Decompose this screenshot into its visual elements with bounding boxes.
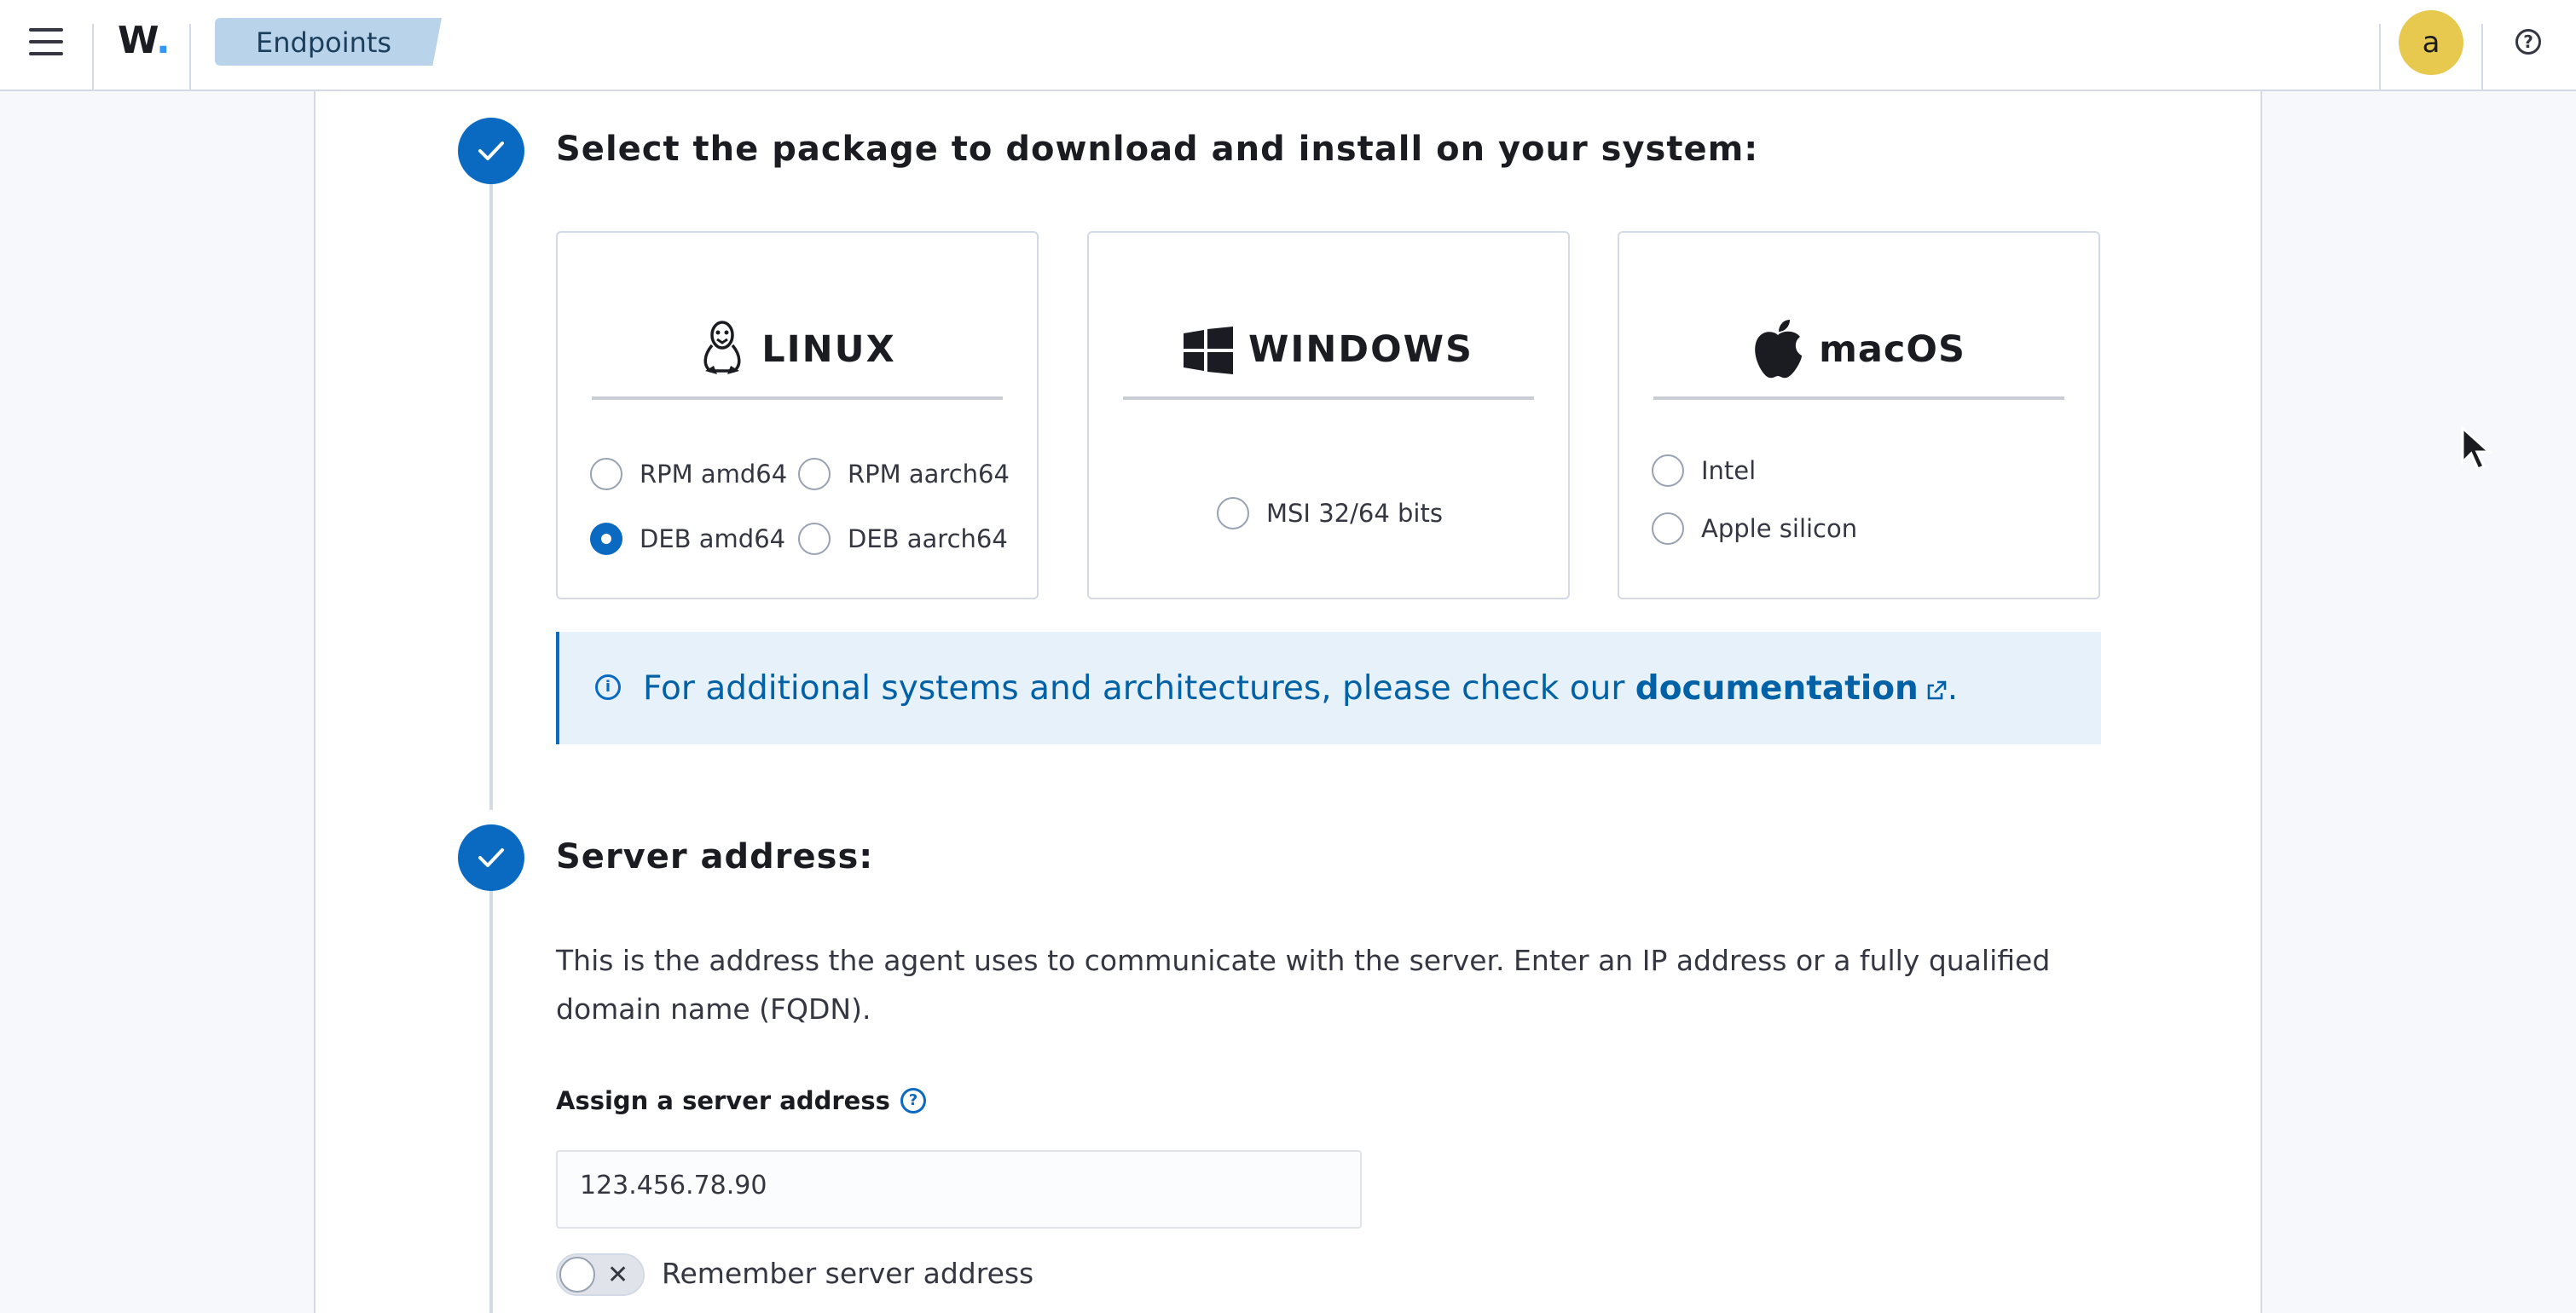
radio-deb-aarch64[interactable]: DEB aarch64 — [798, 523, 1008, 555]
toggle-knob — [559, 1257, 595, 1293]
radio-button[interactable] — [798, 523, 831, 555]
server-address-description: This is the address the agent uses to co… — [556, 944, 2051, 1026]
app-logo[interactable]: W. — [118, 19, 171, 62]
radio-apple-silicon[interactable]: Apple silicon — [1652, 512, 1857, 545]
breadcrumb-endpoints[interactable]: Endpoints — [215, 18, 442, 66]
linux-card-title: LINUX — [761, 328, 896, 371]
radio-button[interactable] — [1652, 512, 1684, 545]
remember-server-label: Remember server address — [662, 1257, 1034, 1290]
documentation-link[interactable]: documentation — [1635, 669, 1919, 708]
radio-rpm-aarch64[interactable]: RPM aarch64 — [798, 458, 1010, 490]
linux-card-header: LINUX — [592, 318, 1003, 400]
help-icon[interactable]: ? — [900, 1088, 926, 1113]
radio-button[interactable] — [798, 458, 831, 490]
windows-logo-icon — [1183, 327, 1233, 374]
step-connector — [489, 183, 493, 810]
breadcrumb-label: Endpoints — [256, 26, 392, 59]
help-icon[interactable]: ? — [2515, 29, 2541, 55]
remember-server-toggle[interactable]: ✕ — [556, 1253, 645, 1296]
info-icon: i — [595, 674, 621, 700]
hamburger-menu-icon[interactable] — [29, 28, 63, 57]
radio-intel[interactable]: Intel — [1652, 454, 1756, 487]
radio-button[interactable] — [1217, 497, 1249, 529]
step-connector — [489, 890, 493, 1313]
header-divider — [2379, 24, 2381, 90]
linux-card: LINUX RPM amd64 RPM aarch64 DEB amd64 DE… — [556, 231, 1039, 599]
macos-card-header: macOS — [1653, 318, 2064, 400]
step-title-package: Select the package to download and insta… — [556, 130, 1759, 169]
mouse-cursor-icon — [2461, 426, 2492, 471]
linux-penguin-icon — [703, 321, 741, 374]
user-avatar[interactable]: a — [2399, 10, 2463, 75]
close-icon: ✕ — [607, 1260, 629, 1290]
info-callout: i For additional systems and architectur… — [556, 632, 2101, 744]
header-divider — [92, 24, 94, 90]
radio-button-selected[interactable] — [590, 523, 622, 555]
radio-deb-amd64[interactable]: DEB amd64 — [590, 523, 785, 555]
step-complete-check-icon — [458, 118, 524, 184]
radio-button[interactable] — [590, 458, 622, 490]
macos-card: macOS Intel Apple silicon — [1618, 231, 2100, 599]
header-divider — [2481, 24, 2483, 90]
macos-card-title: macOS — [1819, 328, 1965, 371]
callout-text: For additional systems and architectures… — [643, 669, 1959, 708]
radio-button[interactable] — [1652, 454, 1684, 487]
radio-msi-32-64[interactable]: MSI 32/64 bits — [1217, 497, 1443, 529]
step-complete-check-icon — [458, 824, 524, 891]
step-title-server-address: Server address: — [556, 837, 874, 876]
top-header: W. Endpoints a ? — [0, 0, 2576, 91]
header-divider — [189, 24, 191, 90]
apple-logo-icon — [1755, 320, 1803, 379]
radio-rpm-amd64[interactable]: RPM amd64 — [590, 458, 787, 490]
windows-card: WINDOWS MSI 32/64 bits — [1087, 231, 1570, 599]
server-address-input[interactable]: 123.456.78.90 — [556, 1150, 1362, 1229]
windows-card-header: WINDOWS — [1123, 318, 1534, 400]
external-link-icon[interactable] — [1925, 680, 1948, 702]
server-address-label: Assign a server address — [556, 1086, 890, 1115]
windows-card-title: WINDOWS — [1247, 328, 1474, 371]
